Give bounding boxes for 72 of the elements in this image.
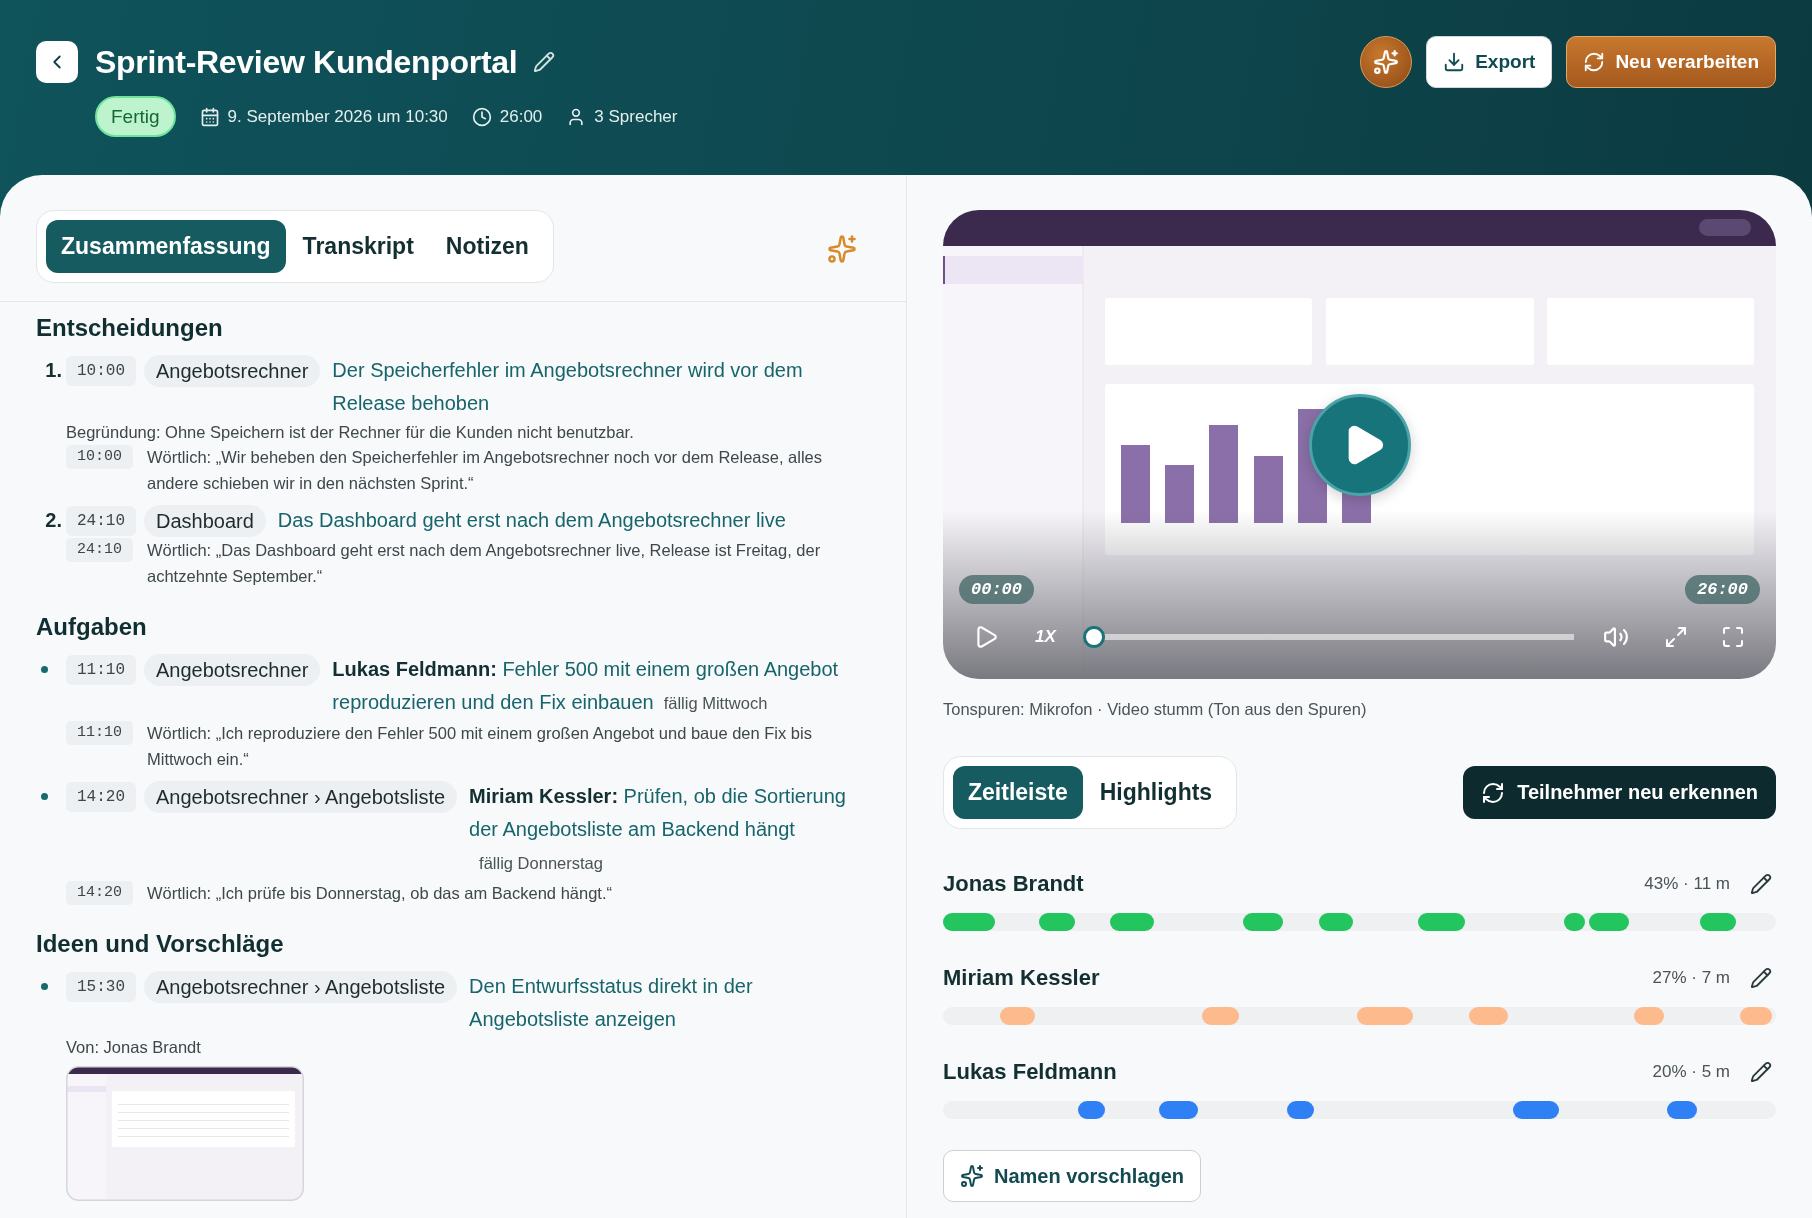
expand-icon[interactable] — [1664, 625, 1688, 649]
timestamp-chip[interactable]: 24:10 — [66, 505, 136, 536]
section-heading: Entscheidungen — [36, 314, 224, 342]
timestamp-chip[interactable]: 11:10 — [66, 654, 136, 685]
timestamp-chip[interactable]: 14:20 — [66, 781, 136, 812]
item-title: Lukas Feldmann: Fehler 500 mit einem großen Angebot reproduzieren und den Fix einbauen fällig Mittwoch — [332, 657, 840, 715]
edit-icon[interactable] — [1750, 967, 1772, 989]
speaker-stats: 43% · 11 m — [1644, 874, 1730, 894]
quote-text: Wörtlich: „Wir beheben den Speicherfehler im Angebotsrechner noch vor dem Release, alles andere schieben wir in den nächsten Sprint.“ — [147, 447, 824, 494]
author-text: Von: Jonas Brandt — [66, 1037, 202, 1058]
speaker-name: Lukas Feldmann — [943, 1059, 1118, 1085]
bullet-icon — [41, 666, 48, 673]
quote-text: Wörtlich: „Ich prüfe bis Donnerstag, ob das am Backend hängt.“ — [147, 883, 613, 904]
current-time-badge: 00:00 — [959, 575, 1034, 604]
list-number: 1. — [45, 358, 62, 383]
bullet-icon — [41, 793, 48, 800]
tab[interactable]: Notizen — [430, 220, 544, 273]
timestamp-chip[interactable]: 14:20 — [66, 881, 133, 905]
fullscreen-icon[interactable] — [1721, 625, 1745, 649]
speaker-stats: 20% · 5 m — [1652, 1062, 1730, 1082]
edit-icon[interactable] — [1750, 1061, 1772, 1083]
meta-text: 9. September 2026 um 10:30 — [227, 106, 448, 127]
clock-icon — [471, 106, 492, 127]
sparkle-icon — [960, 1164, 984, 1188]
reprocess-button[interactable]: Neu verarbeiten — [1566, 36, 1776, 88]
page-title: Sprint-Review Kundenportal — [95, 43, 518, 82]
redetect-button[interactable]: Teilnehmer neu erkennen — [1463, 766, 1776, 819]
bullet-icon — [41, 983, 48, 990]
tab[interactable]: Zeitleiste — [953, 766, 1083, 819]
audio-note: Tonspuren: Mikrofon · Video stumm (Ton aus den Spuren) — [943, 699, 1368, 719]
export-button[interactable]: Export — [1426, 36, 1553, 88]
meta-text: 26:00 — [499, 106, 543, 127]
total-time-badge: 26:00 — [1685, 575, 1760, 604]
item-title: Das Dashboard geht erst nach dem Angebotsrechner live — [277, 508, 787, 533]
timestamp-chip[interactable]: 11:10 — [66, 721, 133, 745]
timestamp-chip[interactable]: 10:00 — [66, 445, 133, 469]
sparkle-icon — [1373, 49, 1400, 75]
meta-text: 3 Sprecher — [594, 106, 678, 127]
download-icon — [1443, 51, 1466, 73]
refresh-icon — [1481, 780, 1506, 805]
ai-button[interactable] — [1360, 36, 1413, 88]
topic-tag: Dashboard — [144, 504, 266, 537]
volume-icon[interactable] — [1603, 624, 1629, 650]
tab[interactable]: Zusammenfassung — [46, 220, 286, 273]
topic-tag: Angebotsrechner › Angebotsliste — [144, 970, 458, 1003]
section-heading: Ideen und Vorschläge — [36, 930, 285, 958]
tab[interactable]: Highlights — [1084, 766, 1228, 819]
item-title: Miriam Kessler: Prüfen, ob die Sortierung der Angebotsliste am Backend hängt fällig Donnerstag — [469, 784, 847, 874]
timestamp-chip[interactable]: 10:00 — [66, 355, 136, 386]
speaker-stats: 27% · 7 m — [1652, 968, 1730, 988]
topic-tag: Angebotsrechner — [144, 354, 321, 387]
edit-icon[interactable] — [1750, 873, 1772, 895]
reason-text: Begründung: Ohne Speichern ist der Rechner für die Kunden nicht benutzbar. — [66, 422, 635, 443]
back-button[interactable] — [36, 41, 78, 83]
status-badge: Fertig — [95, 96, 176, 137]
section-heading: Aufgaben — [36, 613, 148, 641]
quote-text: Wörtlich: „Das Dashboard geht erst nach dem Angebotsrechner live, Release ist Freitag, der achtzehnte September.“ — [147, 540, 822, 587]
timestamp-chip[interactable]: 24:10 — [66, 538, 133, 562]
timestamp-chip[interactable]: 15:30 — [66, 971, 136, 1002]
sparkle-icon[interactable] — [827, 234, 857, 264]
refresh-icon — [1583, 51, 1606, 73]
speaker-name: Miriam Kessler — [943, 965, 1101, 991]
tab[interactable]: Transkript — [287, 220, 429, 273]
suggest-names-button[interactable]: Namen vorschlagen — [943, 1150, 1202, 1202]
calendar-icon — [199, 106, 220, 127]
item-title: Den Entwurfsstatus direkt in der Angebotsliste anzeigen — [469, 974, 754, 1032]
topic-tag: Angebotsrechner › Angebotsliste — [144, 780, 458, 813]
topic-tag: Angebotsrechner — [144, 653, 321, 686]
item-title: Der Speicherfehler im Angebotsrechner wird vor dem Release behoben — [332, 358, 804, 416]
speaker-name: Jonas Brandt — [943, 871, 1085, 897]
list-number: 2. — [45, 508, 62, 533]
quote-text: Wörtlich: „Ich reproduziere den Fehler 500 mit einem großen Angebot und baue den Fix bis Mittwoch ein.“ — [147, 723, 813, 770]
